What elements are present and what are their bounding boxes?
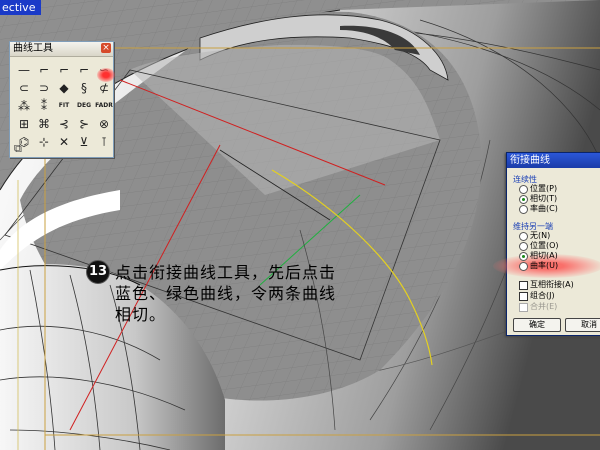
cancel-button[interactable]: 取消	[565, 318, 600, 332]
fair-curve-icon[interactable]: FADR	[95, 97, 113, 114]
remove-knot-icon[interactable]: ✕	[55, 133, 73, 150]
rebuild-curve-icon[interactable]: ⁂	[15, 97, 33, 114]
palette-close-icon[interactable]: ×	[101, 43, 111, 53]
palette-title-text: 曲线工具	[13, 43, 53, 54]
ok-button[interactable]: 确定	[513, 318, 561, 332]
connect-curve-icon[interactable]: ⌐	[75, 61, 93, 78]
blend-curve-dialog[interactable]: 衔接曲线 连续性 位置(P) 相切(T) 率曲(C) 维持另一端 无(N) 位置(O)…	[493, 152, 600, 336]
extend-curve-icon[interactable]: ◆	[55, 79, 73, 96]
smooth-curve-icon[interactable]: ⌘	[35, 115, 53, 132]
checkbox-option[interactable]: 组合(J)	[519, 291, 555, 301]
highlight-marker	[97, 68, 115, 82]
curve-tools-palette[interactable]: 曲线工具 × —⌐⌐⌐∽⊂⊃◆§⊄⁂⁑FITDEGFADR⊞⌘⊰⊱⊗⌬⊹✕⊻⊺ …	[9, 41, 114, 158]
dialog-title[interactable]: 衔接曲线	[507, 153, 600, 168]
radio-option[interactable]: 相切(T)	[519, 194, 557, 204]
step-number: 13	[86, 260, 110, 284]
radio-option[interactable]: 位置(P)	[519, 184, 557, 194]
palette-title[interactable]: 曲线工具 ×	[10, 42, 113, 57]
radio-option[interactable]: 相切(A)	[519, 251, 558, 261]
match-curve-icon[interactable]: §	[75, 79, 93, 96]
curve-boolean-icon[interactable]: ⊗	[95, 115, 113, 132]
step-text: 点击衔接曲线工具，先后点击蓝色、绿色曲线，令两条曲线相切。	[115, 263, 337, 324]
symmetric-curve-icon[interactable]: ⊱	[75, 115, 93, 132]
radio-option[interactable]: 无(N)	[519, 231, 550, 241]
adjust-seam-icon[interactable]: ⊺	[95, 133, 113, 150]
chamfer-curve-icon[interactable]: ⌐	[55, 61, 73, 78]
insert-knot-icon[interactable]: ⊻	[75, 133, 93, 150]
arc-blend-icon[interactable]: ⊃	[35, 79, 53, 96]
radio-option[interactable]: 率曲(C)	[519, 204, 558, 214]
radio-option[interactable]: 位置(O)	[519, 241, 559, 251]
fillet-curve-icon[interactable]: ⌐	[35, 61, 53, 78]
checkbox-option[interactable]: 互相衔接(A)	[519, 280, 574, 290]
radio-option[interactable]: 曲率(U)	[519, 261, 558, 271]
offset-curve-icon[interactable]: ⊂	[15, 79, 33, 96]
fit-curve-icon[interactable]: FIT	[55, 97, 73, 114]
change-degree-icon[interactable]: DEG	[75, 97, 93, 114]
project-curve-icon[interactable]: ⁑	[35, 97, 53, 114]
simplify-curve-icon[interactable]: ⊰	[55, 115, 73, 132]
copy-icon[interactable]: ⧉	[14, 142, 28, 155]
line-icon[interactable]: —	[15, 61, 33, 78]
crv-start-icon[interactable]: ⊞	[15, 115, 33, 132]
step-annotation: 13 点击衔接曲线工具，先后点击蓝色、绿色曲线，令两条曲线相切。	[86, 260, 348, 325]
curve-on-surface-icon[interactable]: ⊹	[35, 133, 53, 150]
checkbox-option: 合并(E)	[519, 302, 557, 312]
viewport-title: ective	[0, 0, 42, 15]
